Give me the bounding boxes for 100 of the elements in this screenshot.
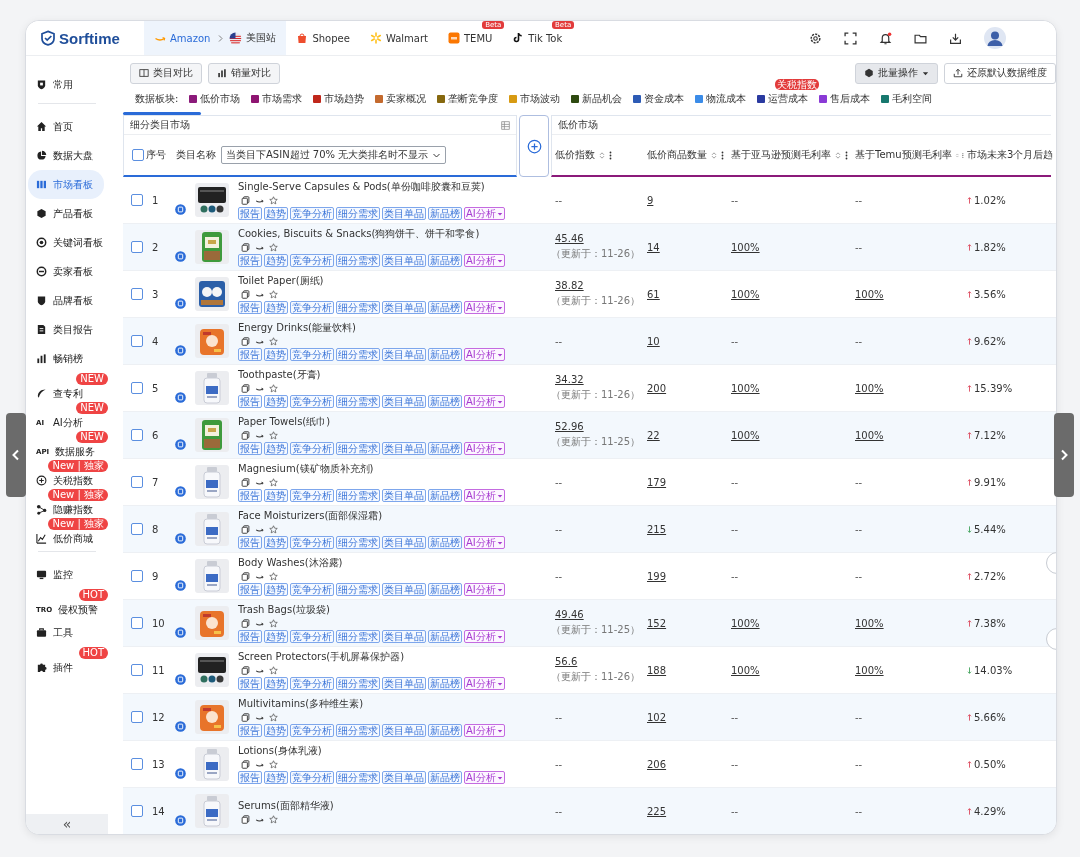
tag-button[interactable]: 类目单品 xyxy=(382,677,426,690)
cell-link[interactable]: 100% xyxy=(731,664,760,676)
tag-button[interactable]: 趋势 xyxy=(264,348,288,361)
checkbox[interactable] xyxy=(131,711,143,723)
sidebar-item[interactable]: 畅销榜 xyxy=(28,344,104,373)
cell-link[interactable]: 61 xyxy=(647,288,660,300)
tag-button[interactable]: 报告 xyxy=(238,442,262,455)
category-name[interactable]: Toothpaste(牙膏) xyxy=(238,368,321,382)
tag-button[interactable]: 竞争分析 xyxy=(290,207,334,220)
ai-menu-button[interactable]: AI分析 xyxy=(464,724,505,737)
category-name[interactable]: Screen Protectors(手机屏幕保护器) xyxy=(238,650,405,664)
cell-link[interactable]: 10 xyxy=(647,335,660,347)
tag-button[interactable]: 新品榜 xyxy=(428,254,462,267)
tag-button[interactable]: 细分需求 xyxy=(336,395,380,408)
star-icon[interactable] xyxy=(269,384,278,393)
copy-icon[interactable] xyxy=(241,196,250,205)
cell-link[interactable]: 100% xyxy=(855,288,884,300)
tag-button[interactable]: 竞争分析 xyxy=(290,348,334,361)
tag-button[interactable]: 报告 xyxy=(238,630,262,643)
site-selector[interactable]: 美国站 xyxy=(214,21,287,55)
star-icon[interactable] xyxy=(269,525,278,534)
tag-button[interactable]: 竞争分析 xyxy=(290,536,334,549)
category-name[interactable]: Body Washes(沐浴露) xyxy=(238,556,343,570)
copy-icon[interactable] xyxy=(241,384,250,393)
tag-button[interactable]: 类目单品 xyxy=(382,207,426,220)
avatar-icon[interactable] xyxy=(984,27,1006,49)
tag-button[interactable]: 报告 xyxy=(238,536,262,549)
platform-tab[interactable]: TEMU xyxy=(437,29,503,47)
sidebar-item[interactable]: 首页 xyxy=(28,112,104,141)
tag-button[interactable]: 新品榜 xyxy=(428,536,462,549)
tag-button[interactable]: 类目单品 xyxy=(382,254,426,267)
platform-tab[interactable]: Amazon xyxy=(144,21,215,55)
tag-button[interactable]: 趋势 xyxy=(264,207,288,220)
star-icon[interactable] xyxy=(269,196,278,205)
ai-menu-button[interactable]: AI分析 xyxy=(464,583,505,596)
tag-button[interactable]: 竞争分析 xyxy=(290,254,334,267)
cell-link[interactable]: 100% xyxy=(731,617,760,629)
document-circle-icon[interactable] xyxy=(175,486,186,497)
tag-button[interactable]: 类目单品 xyxy=(382,771,426,784)
document-circle-icon[interactable] xyxy=(175,580,186,591)
tag-button[interactable]: 竞争分析 xyxy=(290,771,334,784)
star-icon[interactable] xyxy=(269,290,278,299)
cell-link[interactable]: 34.32 xyxy=(555,374,584,385)
tag-button[interactable]: 类目单品 xyxy=(382,583,426,596)
sidebar-item[interactable]: 工具 xyxy=(28,618,104,647)
copy-icon[interactable] xyxy=(241,525,250,534)
platform-tab[interactable]: Shopee xyxy=(286,29,360,47)
star-icon[interactable] xyxy=(269,431,278,440)
checkbox[interactable] xyxy=(131,758,143,770)
tag-button[interactable]: 细分需求 xyxy=(336,583,380,596)
cell-link[interactable]: 100% xyxy=(731,241,760,253)
category-name[interactable]: Magnesium(镁矿物质补充剂) xyxy=(238,462,374,476)
tag-button[interactable]: 类目单品 xyxy=(382,489,426,502)
cell-link[interactable]: 100% xyxy=(855,664,884,676)
document-circle-icon[interactable] xyxy=(175,204,186,215)
tag-button[interactable]: 细分需求 xyxy=(336,771,380,784)
document-circle-icon[interactable] xyxy=(175,298,186,309)
copy-icon[interactable] xyxy=(241,814,250,824)
tag-button[interactable]: 细分需求 xyxy=(336,489,380,502)
tag-button[interactable]: 类目单品 xyxy=(382,724,426,737)
copy-icon[interactable] xyxy=(241,619,250,628)
cell-link[interactable]: 199 xyxy=(647,570,667,582)
tag-button[interactable]: 报告 xyxy=(238,677,262,690)
tag-button[interactable]: 类目单品 xyxy=(382,442,426,455)
copy-icon[interactable] xyxy=(241,290,250,299)
cell-link[interactable]: 45.46 xyxy=(555,233,584,244)
star-icon[interactable] xyxy=(269,814,278,824)
sidebar-item[interactable]: 隐赚指数 xyxy=(28,501,104,518)
star-icon[interactable] xyxy=(269,619,278,628)
tag-button[interactable]: 报告 xyxy=(238,724,262,737)
sidebar-item[interactable]: 插件 xyxy=(28,659,104,676)
tag-button[interactable]: 新品榜 xyxy=(428,677,462,690)
add-column-button[interactable] xyxy=(519,115,549,177)
category-name[interactable]: Trash Bags(垃圾袋) xyxy=(238,603,330,617)
checkbox[interactable] xyxy=(131,664,143,676)
copy-icon[interactable] xyxy=(241,760,250,769)
cell-link[interactable]: 152 xyxy=(647,617,667,629)
tag-button[interactable]: 报告 xyxy=(238,301,262,314)
document-circle-icon[interactable] xyxy=(175,674,186,685)
batch-button[interactable]: 批量操作 xyxy=(855,62,938,84)
tag-button[interactable]: 新品榜 xyxy=(428,442,462,455)
document-circle-icon[interactable] xyxy=(175,392,186,403)
cell-link[interactable]: 9 xyxy=(647,194,654,206)
copy-icon[interactable] xyxy=(241,666,250,675)
ai-menu-button[interactable]: AI分析 xyxy=(464,536,505,549)
tag-button[interactable]: 新品榜 xyxy=(428,207,462,220)
tag-button[interactable]: 新品榜 xyxy=(428,630,462,643)
tag-button[interactable]: 竞争分析 xyxy=(290,301,334,314)
tag-button[interactable]: 竞争分析 xyxy=(290,395,334,408)
cell-link[interactable]: 200 xyxy=(647,382,667,394)
star-icon[interactable] xyxy=(269,243,278,252)
category-name[interactable]: Single-Serve Capsules & Pods(单份咖啡胶囊和豆荚) xyxy=(238,180,485,194)
collapse-button[interactable]: « xyxy=(58,816,76,832)
document-circle-icon[interactable] xyxy=(175,721,186,732)
ai-menu-button[interactable]: AI分析 xyxy=(464,395,505,408)
tag-button[interactable]: 新品榜 xyxy=(428,395,462,408)
ai-menu-button[interactable]: AI分析 xyxy=(464,677,505,690)
ai-menu-button[interactable]: AI分析 xyxy=(464,771,505,784)
reset-button[interactable]: 还原默认数据维度 xyxy=(944,62,1056,84)
tag-button[interactable]: 细分需求 xyxy=(336,348,380,361)
